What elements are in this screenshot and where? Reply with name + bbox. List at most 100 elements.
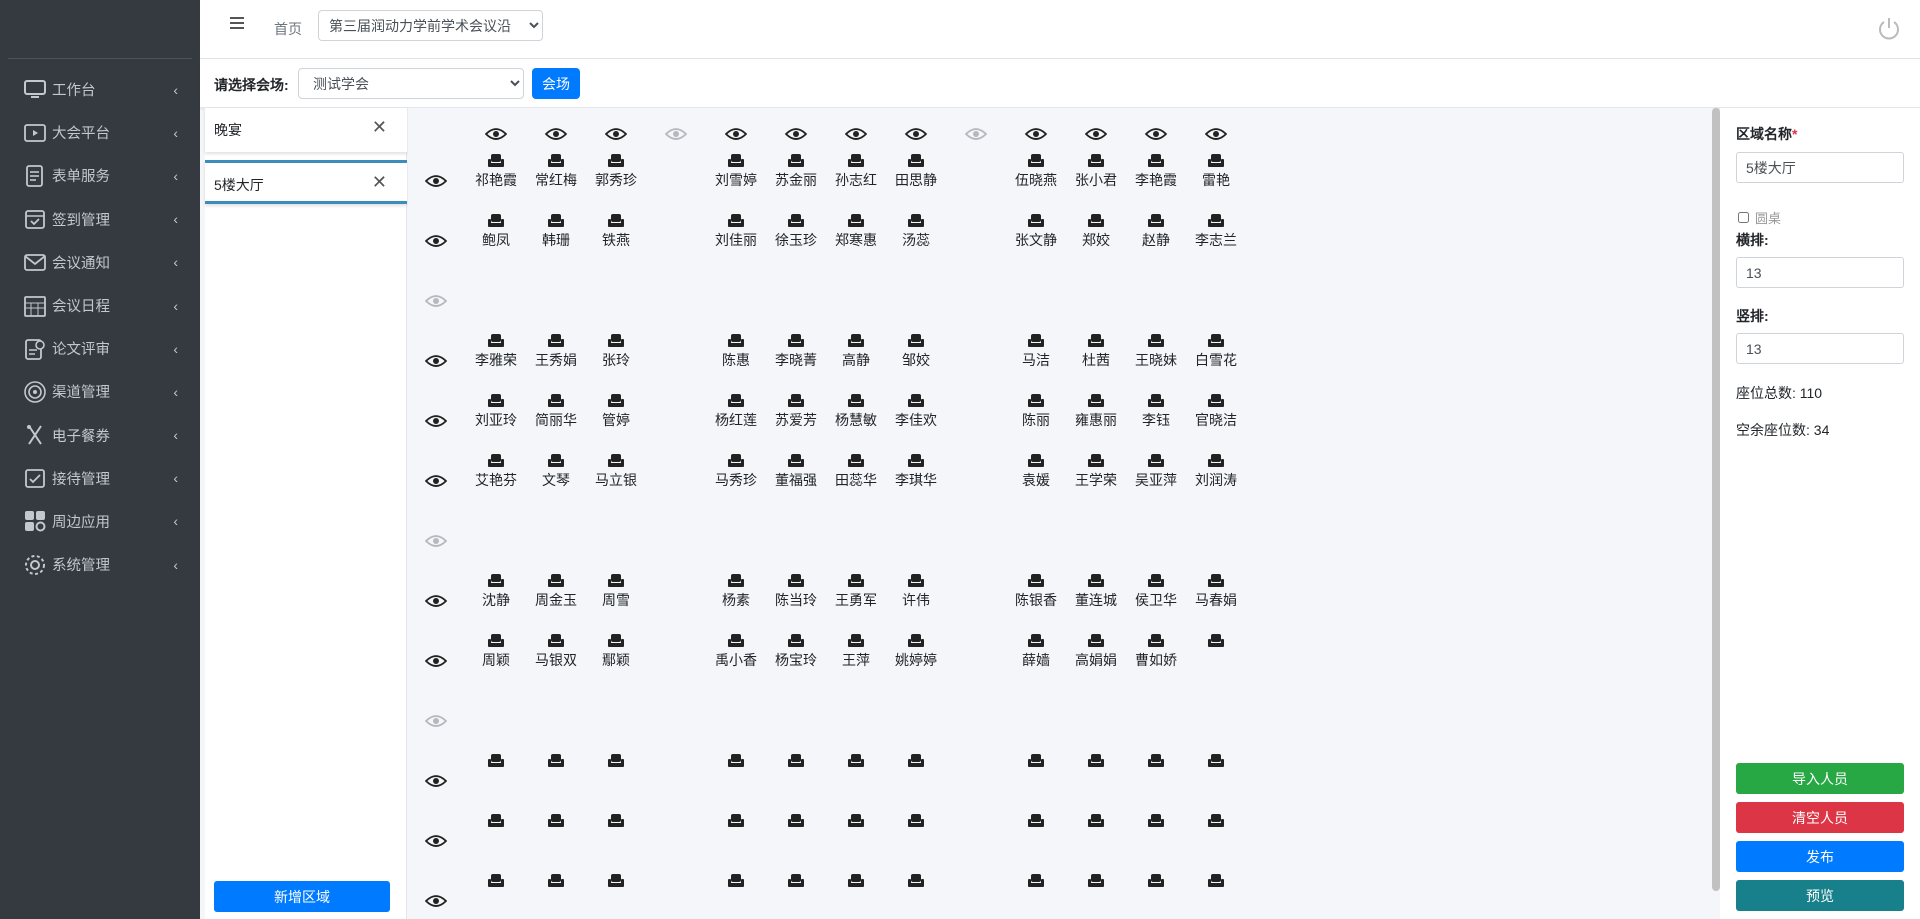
seat[interactable] xyxy=(1128,873,1184,890)
seat-icon[interactable] xyxy=(487,573,505,589)
seat[interactable]: 田思静 xyxy=(888,153,944,190)
seat-icon[interactable] xyxy=(1027,393,1045,409)
seat-icon[interactable] xyxy=(727,873,745,889)
seat-icon[interactable] xyxy=(487,393,505,409)
seat-icon[interactable] xyxy=(487,453,505,469)
seat[interactable]: 鄢颖 xyxy=(588,633,644,670)
seat[interactable]: 汤蕊 xyxy=(888,213,944,250)
seat-icon[interactable] xyxy=(1207,153,1225,169)
seat[interactable]: 董福强 xyxy=(768,453,824,490)
seat-icon[interactable] xyxy=(607,453,625,469)
seat-icon[interactable] xyxy=(1087,453,1105,469)
seat[interactable] xyxy=(828,873,884,890)
seat-icon[interactable] xyxy=(1147,153,1165,169)
seat[interactable] xyxy=(528,813,584,830)
seat[interactable] xyxy=(828,813,884,830)
seat[interactable] xyxy=(1188,753,1244,770)
seat[interactable]: 马洁 xyxy=(1008,333,1064,370)
seat[interactable]: 马秀珍 xyxy=(708,453,764,490)
cols-input[interactable] xyxy=(1736,333,1904,364)
seat-icon[interactable] xyxy=(847,813,865,829)
seat[interactable]: 简丽华 xyxy=(528,393,584,430)
seat-icon[interactable] xyxy=(547,753,565,769)
seat[interactable]: 陈惠 xyxy=(708,333,764,370)
seat[interactable]: 马春娟 xyxy=(1188,573,1244,610)
eye-icon[interactable] xyxy=(425,174,447,188)
sidebar-item-3[interactable]: 签到管理 ‹ xyxy=(0,198,200,241)
seat[interactable] xyxy=(1068,813,1124,830)
eye-icon[interactable] xyxy=(425,834,447,848)
seat[interactable]: 马立银 xyxy=(588,453,644,490)
seat[interactable]: 郭秀珍 xyxy=(588,153,644,190)
seat[interactable]: 董连城 xyxy=(1068,573,1124,610)
vertical-scrollbar[interactable] xyxy=(1712,108,1720,891)
round-table-checkbox[interactable] xyxy=(1738,212,1749,223)
power-icon[interactable] xyxy=(1876,16,1902,42)
seat[interactable] xyxy=(468,753,524,770)
seat[interactable]: 白雪花 xyxy=(1188,333,1244,370)
seat-icon[interactable] xyxy=(727,153,745,169)
seat-icon[interactable] xyxy=(1027,753,1045,769)
seat[interactable] xyxy=(768,813,824,830)
seat-icon[interactable] xyxy=(1087,813,1105,829)
seat-icon[interactable] xyxy=(1147,873,1165,889)
eye-icon[interactable] xyxy=(1025,127,1047,141)
seat[interactable]: 侯卫华 xyxy=(1128,573,1184,610)
seat-icon[interactable] xyxy=(1207,453,1225,469)
seat[interactable] xyxy=(1128,813,1184,830)
seat[interactable] xyxy=(828,753,884,770)
seat-icon[interactable] xyxy=(727,333,745,349)
seat-icon[interactable] xyxy=(547,573,565,589)
seat[interactable]: 苏金丽 xyxy=(768,153,824,190)
seat-icon[interactable] xyxy=(607,213,625,229)
seat-icon[interactable] xyxy=(847,873,865,889)
seat-icon[interactable] xyxy=(1027,813,1045,829)
seat-icon[interactable] xyxy=(547,393,565,409)
eye-icon[interactable] xyxy=(545,127,567,141)
eye-icon[interactable] xyxy=(1145,127,1167,141)
seat-icon[interactable] xyxy=(547,213,565,229)
seat-icon[interactable] xyxy=(1087,213,1105,229)
seat-icon[interactable] xyxy=(607,873,625,889)
eye-icon[interactable] xyxy=(1205,127,1227,141)
seat[interactable]: 郑姣 xyxy=(1068,213,1124,250)
seat[interactable]: 马银双 xyxy=(528,633,584,670)
seat-icon[interactable] xyxy=(1027,333,1045,349)
seat-icon[interactable] xyxy=(1147,213,1165,229)
seat-icon[interactable] xyxy=(547,153,565,169)
seat-icon[interactable] xyxy=(1087,633,1105,649)
seat-icon[interactable] xyxy=(607,153,625,169)
seat[interactable]: 祁艳霞 xyxy=(468,153,524,190)
seat[interactable]: 艾艳芬 xyxy=(468,453,524,490)
seat[interactable]: 刘润涛 xyxy=(1188,453,1244,490)
region-name-input[interactable] xyxy=(1736,152,1904,183)
seat-icon[interactable] xyxy=(1207,573,1225,589)
seat[interactable] xyxy=(1068,873,1124,890)
seat[interactable]: 徐玉珍 xyxy=(768,213,824,250)
seat[interactable]: 张玲 xyxy=(588,333,644,370)
seat[interactable]: 陈丽 xyxy=(1008,393,1064,430)
seat-icon[interactable] xyxy=(787,453,805,469)
sidebar-item-0[interactable]: 工作台 ‹ xyxy=(0,68,200,111)
conference-select[interactable]: 第三届润动力学前学术会议沿 xyxy=(318,10,543,41)
eye-icon[interactable] xyxy=(425,414,447,428)
seat[interactable]: 李佳欢 xyxy=(888,393,944,430)
seat[interactable]: 杨慧敏 xyxy=(828,393,884,430)
seat[interactable] xyxy=(468,873,524,890)
seat[interactable]: 杨宝玲 xyxy=(768,633,824,670)
seat-icon[interactable] xyxy=(547,813,565,829)
seat-icon[interactable] xyxy=(787,573,805,589)
seat-icon[interactable] xyxy=(787,753,805,769)
seat[interactable]: 高娟娟 xyxy=(1068,633,1124,670)
eye-icon[interactable] xyxy=(425,714,447,728)
venue-button[interactable]: 会场 xyxy=(532,68,580,99)
seat-icon[interactable] xyxy=(547,453,565,469)
seat[interactable]: 郑寒惠 xyxy=(828,213,884,250)
seat-icon[interactable] xyxy=(1027,573,1045,589)
seat[interactable] xyxy=(528,753,584,770)
seat[interactable]: 许伟 xyxy=(888,573,944,610)
seat[interactable]: 伍晓燕 xyxy=(1008,153,1064,190)
eye-icon[interactable] xyxy=(425,534,447,548)
seat-icon[interactable] xyxy=(727,573,745,589)
sidebar-item-2[interactable]: 表单服务 ‹ xyxy=(0,154,200,197)
